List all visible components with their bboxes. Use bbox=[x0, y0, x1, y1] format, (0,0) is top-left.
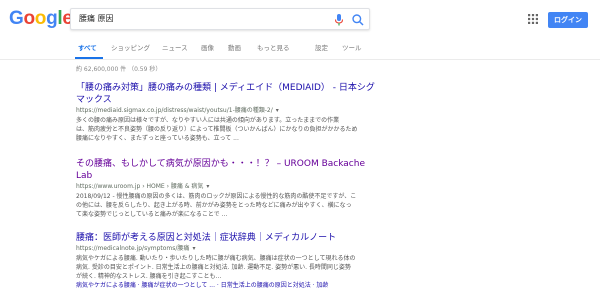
result-url-text: https://mediaid.sigmax.co.jp/distress/wa… bbox=[76, 107, 273, 114]
logo-letter: o bbox=[23, 8, 35, 29]
search-result: その腰痛、もしかして病気が原因かも・・・！？ – UROOM Backache … bbox=[76, 158, 376, 219]
logo-letter: o bbox=[34, 8, 47, 29]
apps-grid-icon[interactable] bbox=[528, 14, 538, 24]
tab-images[interactable]: 画像 bbox=[201, 43, 214, 53]
result-snippet: は、筋肉疲労と不良姿勢（腰の反り返り）によって椎間板（ついかんばん）にかなりの負… bbox=[76, 126, 358, 133]
search-icon[interactable] bbox=[351, 13, 365, 27]
tab-videos[interactable]: 動画 bbox=[228, 43, 241, 53]
result-title-cont[interactable]: Lab bbox=[76, 170, 376, 182]
result-url: https://www.uroom.jp › HOME › 腰痛 & 病気 ▾ bbox=[76, 182, 376, 192]
dropdown-caret-icon[interactable]: ▾ bbox=[276, 107, 279, 114]
tab-news[interactable]: ニュース bbox=[162, 43, 188, 53]
result-snippet: 多くの腰の痛み原因は様々ですが、なりやすい人には共通の傾向があります。立ったまま… bbox=[76, 117, 340, 124]
result-stats: 約 62,600,000 件 （0.59 秒） bbox=[76, 66, 162, 73]
result-snippet: 病気やケガによる腰痛. 動いたり・歩いたりした時に腰が痛む病気、腰痛は症状の一つ… bbox=[76, 255, 356, 262]
microphone-icon[interactable] bbox=[333, 13, 345, 27]
result-snippet: 2018/09/12 - 慢性腰痛の原因の多くは、筋肉のロックが原因による慢性的… bbox=[76, 193, 357, 200]
search-result: 腰痛：医師が考える原因と対処法｜症状辞典｜メディカルノート https://me… bbox=[76, 232, 376, 290]
tab-tools[interactable]: ツール bbox=[342, 43, 362, 53]
result-title[interactable]: その腰痛、もしかして病気が原因かも・・・！？ – UROOM Backache bbox=[76, 158, 376, 170]
result-title[interactable]: 腰痛：医師が考える原因と対処法｜症状辞典｜メディカルノート bbox=[76, 232, 376, 244]
result-url-text: https://www.uroom.jp › HOME › 腰痛 & 病気 bbox=[76, 183, 204, 190]
result-url-text: https://medicalnote.jp/symptoms/腰痛 bbox=[76, 245, 190, 252]
result-url: https://medicalnote.jp/symptoms/腰痛 ▾ bbox=[76, 244, 376, 254]
result-snippet: 腰痛になりやすく、またずっと座っている姿勢も、立って ... bbox=[76, 135, 239, 142]
result-snippet: て楽な姿勢でじっとしていると痛みが楽になることで ... bbox=[76, 211, 228, 218]
tab-all[interactable]: すべて bbox=[78, 43, 97, 53]
dropdown-caret-icon[interactable]: ▾ bbox=[206, 183, 209, 190]
result-title-cont[interactable]: マックス bbox=[76, 94, 376, 106]
search-result: 「腰の痛み対策」腰の痛みの種類 | メディエイド（MEDIAID） - 日本シグ… bbox=[76, 82, 376, 143]
tab-more[interactable]: もっと見る bbox=[257, 43, 290, 53]
dropdown-caret-icon[interactable]: ▾ bbox=[192, 245, 195, 252]
tab-shopping[interactable]: ショッピング bbox=[111, 43, 150, 53]
search-input[interactable]: 腰痛 原因 bbox=[79, 13, 114, 25]
logo-letter: G bbox=[9, 8, 24, 29]
result-snippet: が続く. 精神的なストレス. 腰痛を引き起こすことも... bbox=[76, 273, 222, 280]
search-box[interactable]: 腰痛 原因 bbox=[70, 8, 370, 30]
result-snippet: 病気. 受診の目安とポイント. 日常生活上の腰痛と対処法. 加齢. 運動不足. … bbox=[76, 264, 351, 271]
tab-settings[interactable]: 設定 bbox=[315, 43, 328, 53]
login-button[interactable]: ログイン bbox=[548, 12, 588, 28]
result-title[interactable]: 「腰の痛み対策」腰の痛みの種類 | メディエイド（MEDIAID） - 日本シグ bbox=[76, 82, 376, 94]
result-url: https://mediaid.sigmax.co.jp/distress/wa… bbox=[76, 106, 376, 116]
logo-letter: g bbox=[46, 8, 58, 29]
tabs-divider bbox=[0, 59, 600, 60]
search-tabs: すべて ショッピング ニュース 画像 動画 もっと見る 設定 ツール bbox=[0, 40, 600, 58]
result-snippet: の他には、腰を反らしたり、起き上がる時、前かがみ姿勢をとった時などに痛みが出やす… bbox=[76, 202, 352, 209]
result-sitelinks[interactable]: 病気やケガによる腰痛 · 腰痛が症状の一つとして ... · 日常生活上の腰痛の… bbox=[76, 281, 376, 290]
google-logo[interactable]: Google bbox=[9, 8, 73, 30]
